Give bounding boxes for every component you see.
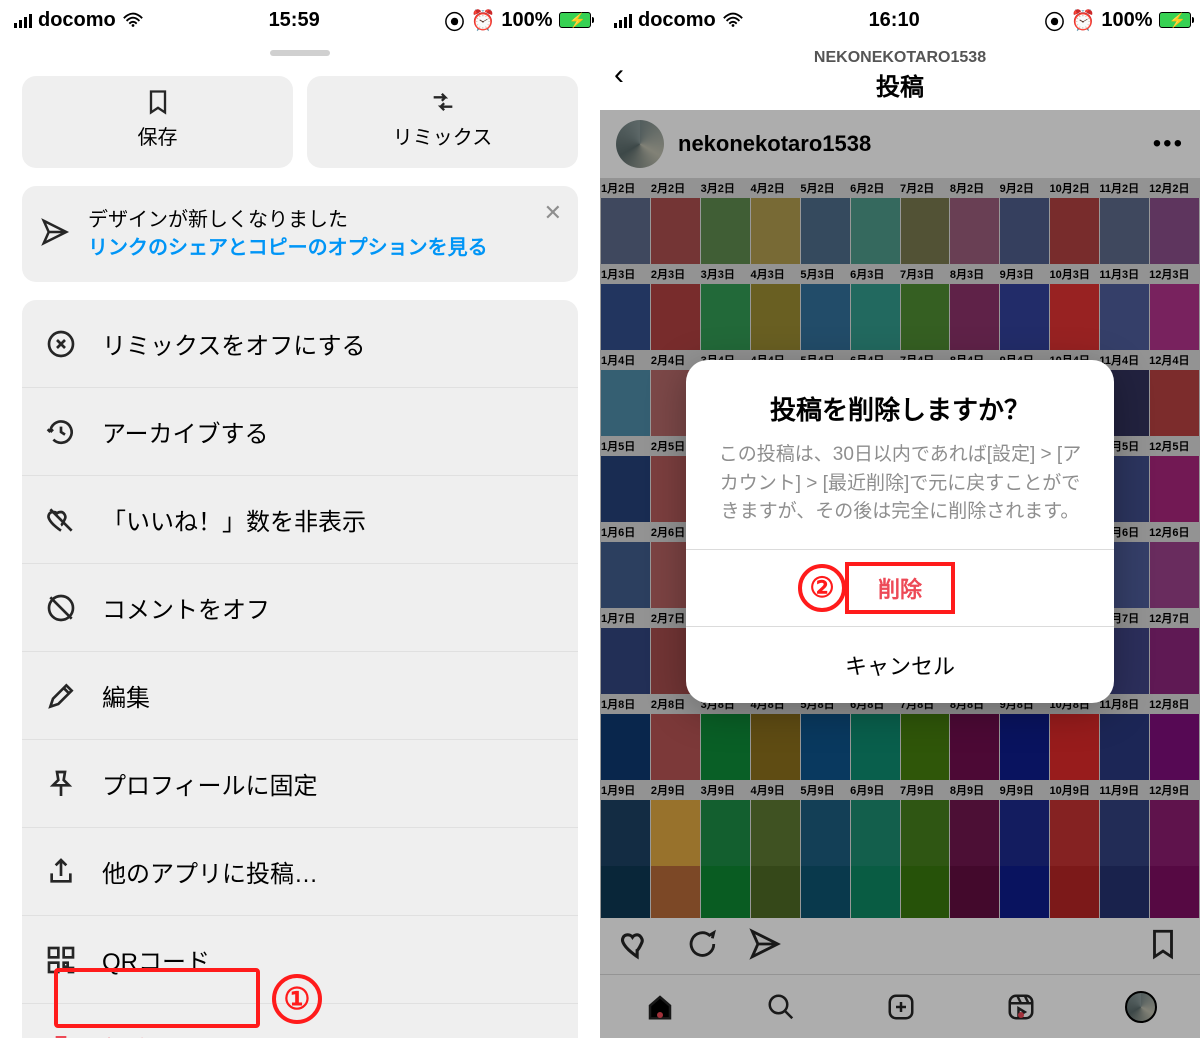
clock-r: 16:10 — [869, 9, 920, 32]
clock: 15:59 — [269, 9, 320, 32]
menu-edit[interactable]: 編集 — [22, 652, 578, 740]
save-label: 保存 — [138, 121, 178, 150]
menu-pin-label: プロフィールに固定 — [102, 766, 318, 801]
dialog-delete-button[interactable]: 削除 ② — [686, 549, 1114, 626]
delete-dialog: 投稿を削除しますか？ この投稿は、30日以内であれば[設定] > [アカウント]… — [686, 360, 1114, 703]
right-screen: docomo 16:10 ⦿ ⏰ 100% ⚡ ‹ NEKONEKOTARO15… — [600, 0, 1200, 1038]
menu-comments-off[interactable]: コメントをオフ — [22, 564, 578, 652]
menu-archive-label: アーカイブする — [102, 414, 269, 449]
share-icon — [44, 855, 78, 889]
battery-pct-r: 100% — [1101, 9, 1152, 32]
menu-comments-off-label: コメントをオフ — [102, 590, 270, 625]
remix-label: リミックス — [393, 121, 492, 150]
charging-icon: ⚡ — [569, 12, 586, 29]
history-icon — [44, 415, 78, 449]
dialog-title: 投稿を削除しますか？ — [712, 390, 1088, 427]
dialog-delete-label: 削除 — [878, 577, 922, 602]
send-icon — [40, 217, 70, 252]
menu-pin[interactable]: プロフィールに固定 — [22, 740, 578, 828]
pencil-icon — [44, 679, 78, 713]
menu-hide-likes-label: 「いいね！」数を非表示 — [102, 502, 366, 537]
carrier: docomo — [38, 9, 116, 32]
nav-title: 投稿 — [814, 67, 986, 102]
trash-icon — [44, 1031, 78, 1038]
menu-list: リミックスをオフにする アーカイブする 「いいね！」数を非表示 コメントをオフ … — [22, 300, 578, 1038]
pin-icon — [44, 767, 78, 801]
dialog-cancel-label: キャンセル — [845, 654, 955, 679]
qr-icon — [44, 943, 78, 977]
battery-pct: 100% — [501, 9, 552, 32]
remix-icon — [429, 86, 457, 117]
signal-icon — [14, 12, 32, 28]
status-bar-r: docomo 16:10 ⦿ ⏰ 100% ⚡ — [600, 0, 1200, 40]
menu-archive[interactable]: アーカイブする — [22, 388, 578, 476]
nav-bar: ‹ NEKONEKOTARO1538 投稿 — [600, 40, 1200, 110]
bookmark-icon — [144, 86, 172, 117]
comment-off-icon — [44, 591, 78, 625]
left-screen: docomo 15:59 ⦿ ⏰ 100% ⚡ 保存 リミックス デザイン — [0, 0, 600, 1038]
menu-remix-off[interactable]: リミックスをオフにする — [22, 300, 578, 388]
alarm-icon: ⏰ — [1071, 8, 1096, 33]
dialog-cancel-button[interactable]: キャンセル — [686, 626, 1114, 703]
save-card[interactable]: 保存 — [22, 76, 293, 168]
menu-delete[interactable]: 削除 — [22, 1004, 578, 1038]
circle-x-icon — [44, 327, 78, 361]
menu-qr-label: QRコード — [102, 942, 210, 977]
action-sheet: 保存 リミックス デザインが新しくなりました リンクのシェアとコピーのオプション… — [8, 40, 592, 1038]
charging-icon: ⚡ — [1169, 12, 1186, 29]
heart-off-icon — [44, 503, 78, 537]
remix-card[interactable]: リミックス — [307, 76, 578, 168]
back-button[interactable]: ‹ — [614, 58, 624, 92]
signal-icon — [614, 12, 632, 28]
nav-subtitle: NEKONEKOTARO1538 — [814, 49, 986, 67]
close-icon[interactable]: ✕ — [544, 200, 562, 226]
location-icon: ⦿ — [1045, 6, 1065, 35]
dialog-message: この投稿は、30日以内であれば[設定] > [アカウント] > [最近削除]で元… — [712, 441, 1088, 527]
menu-hide-likes[interactable]: 「いいね！」数を非表示 — [22, 476, 578, 564]
alarm-icon: ⏰ — [471, 8, 496, 33]
info-text-line1: デザインが新しくなりました — [88, 206, 488, 234]
wifi-icon — [722, 12, 744, 28]
menu-share-app[interactable]: 他のアプリに投稿… — [22, 828, 578, 916]
info-link[interactable]: リンクのシェアとコピーのオプションを見る — [88, 234, 488, 262]
menu-delete-label: 削除 — [102, 1030, 150, 1038]
menu-qr[interactable]: QRコード — [22, 916, 578, 1004]
carrier-r: docomo — [638, 9, 716, 32]
annotation-badge-2: ② — [798, 564, 846, 612]
status-bar: docomo 15:59 ⦿ ⏰ 100% ⚡ — [0, 0, 600, 40]
menu-share-app-label: 他のアプリに投稿… — [102, 854, 318, 889]
wifi-icon — [122, 12, 144, 28]
location-icon: ⦿ — [445, 6, 465, 35]
menu-edit-label: 編集 — [102, 678, 150, 713]
sheet-grabber[interactable] — [270, 50, 330, 56]
info-banner[interactable]: デザインが新しくなりました リンクのシェアとコピーのオプションを見る ✕ — [22, 186, 578, 282]
menu-remix-off-label: リミックスをオフにする — [102, 326, 366, 361]
